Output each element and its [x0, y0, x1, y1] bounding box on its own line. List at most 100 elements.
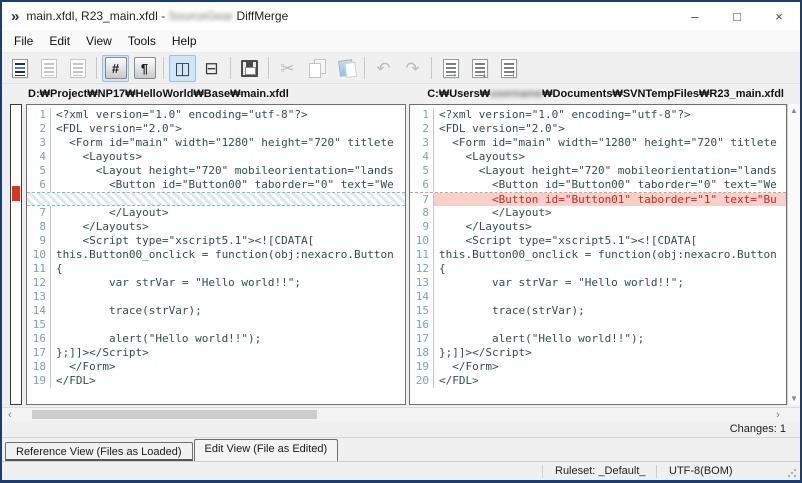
- code-text: </Layouts>: [434, 220, 786, 234]
- line-number: 16: [410, 318, 434, 332]
- scroll-left-icon[interactable]: ‹: [2, 409, 18, 421]
- changed-code-line: 7 <Button id="Button01" taborder="1" tex…: [410, 192, 786, 206]
- code-text: </FDL>: [434, 374, 786, 388]
- undo-button[interactable]: ↶: [370, 55, 397, 82]
- prev-change-button[interactable]: ↑: [495, 55, 522, 82]
- code-text: <Layout height="720" mobileorientation="…: [51, 164, 405, 178]
- scroll-down-icon[interactable]: ▼: [790, 392, 798, 405]
- menu-file[interactable]: File: [6, 31, 41, 51]
- window-controls: – □ ×: [674, 2, 800, 30]
- folder-diff-icon: [41, 59, 57, 78]
- line-number: 19: [410, 360, 434, 374]
- code-line: 19 </Form>: [410, 360, 786, 374]
- code-line: 14 trace(strVar);: [27, 304, 405, 318]
- code-line: 13: [27, 290, 405, 304]
- diff-pane-right[interactable]: 1<?xml version="1.0" encoding="utf-8"?>2…: [409, 104, 787, 405]
- code-text: <Form id="main" width="1280" height="720…: [434, 136, 786, 150]
- vertical-scrollbar[interactable]: ▲ ▼: [787, 104, 800, 405]
- code-line: 20</FDL>: [410, 374, 786, 388]
- split-vertical-icon: ◫: [174, 60, 190, 77]
- code-line: 14: [410, 290, 786, 304]
- file-merge-button[interactable]: [64, 55, 91, 82]
- code-line: 8 </Layouts>: [27, 220, 405, 234]
- line-number: 1: [410, 108, 434, 122]
- folder-diff-button[interactable]: [35, 55, 62, 82]
- resize-grip-icon[interactable]: [787, 468, 797, 478]
- scroll-right-icon[interactable]: ›: [770, 409, 786, 421]
- ruleset-status: Ruleset: _Default_: [543, 465, 656, 477]
- scrollbar-thumb[interactable]: [32, 410, 317, 419]
- left-file-path: D:₩Project₩NP17₩HelloWorld₩Base₩main.xfd…: [2, 88, 402, 100]
- right-file-path: C:₩Users₩username₩Documents₩SVNTempFiles…: [402, 88, 800, 100]
- code-line: 10 <Script type="xscript5.1"><![CDATA[: [410, 234, 786, 248]
- line-number: 2: [27, 122, 51, 136]
- tab-reference-view[interactable]: Reference View (Files as Loaded): [5, 442, 193, 461]
- code-line: 12{: [410, 262, 786, 276]
- close-button[interactable]: ×: [758, 2, 800, 30]
- show-invisibles-button[interactable]: ¶: [131, 55, 158, 82]
- copy-icon: [308, 59, 326, 77]
- scroll-up-icon[interactable]: ▲: [790, 104, 798, 117]
- show-invisibles-icon: ¶: [134, 57, 156, 79]
- code-text: </Form>: [51, 360, 405, 374]
- line-number: 15: [27, 318, 51, 332]
- line-number: 12: [27, 276, 51, 290]
- code-text: </Form>: [434, 360, 786, 374]
- code-text: <FDL version="2.0">: [434, 122, 786, 136]
- split-horizontal-icon: ⊟: [204, 60, 218, 77]
- code-text: </FDL>: [51, 374, 405, 388]
- view-tab-bar: Reference View (Files as Loaded)Edit Vie…: [2, 438, 800, 461]
- file-diff-button[interactable]: [6, 55, 33, 82]
- horizontal-scrollbar[interactable]: ‹ ›: [2, 407, 800, 421]
- line-number: 1: [27, 108, 51, 122]
- apply-change-button[interactable]: →: [437, 55, 464, 82]
- copy-button[interactable]: [303, 55, 330, 82]
- code-text: trace(strVar);: [434, 304, 786, 318]
- paste-button[interactable]: [332, 55, 359, 82]
- code-line: 12 var strVar = "Hello world!!";: [27, 276, 405, 290]
- line-number: 9: [27, 234, 51, 248]
- change-overview-ruler[interactable]: [10, 104, 22, 405]
- prev-change-arrow-icon: ↑: [511, 67, 517, 79]
- line-number: 17: [27, 346, 51, 360]
- redo-button[interactable]: ↷: [399, 55, 426, 82]
- tab-edit-view[interactable]: Edit View (File as Edited): [194, 439, 339, 461]
- toolbar-separator: [268, 57, 269, 79]
- menu-view[interactable]: View: [78, 31, 120, 51]
- next-change-button[interactable]: ↓: [466, 55, 493, 82]
- split-vertical-button[interactable]: ◫: [169, 55, 196, 82]
- title-bar: » main.xfdl, R23_main.xfdl - SourceGear …: [2, 2, 800, 30]
- code-text: {: [51, 262, 405, 276]
- code-line: 4 <Layouts>: [27, 150, 405, 164]
- line-number: 8: [27, 220, 51, 234]
- code-line: 16: [410, 318, 786, 332]
- file-path-row: D:₩Project₩NP17₩HelloWorld₩Base₩main.xfd…: [2, 84, 800, 103]
- diff-pane-left[interactable]: 1<?xml version="1.0" encoding="utf-8"?>2…: [26, 104, 406, 405]
- redacted-username: username: [490, 88, 542, 100]
- toolbar-separator: [364, 57, 365, 79]
- line-numbers-button[interactable]: #: [102, 55, 129, 82]
- code-line: 7 </Layout>: [27, 206, 405, 220]
- apply-change-icon: →: [443, 59, 459, 78]
- split-horizontal-button[interactable]: ⊟: [198, 55, 225, 82]
- line-number: 15: [410, 304, 434, 318]
- next-change-icon: ↓: [472, 59, 488, 78]
- code-line: 13 var strVar = "Hello world!!";: [410, 276, 786, 290]
- code-text: <Button id="Button00" taborder="0" text=…: [434, 178, 786, 192]
- code-line: 18};]]></Script>: [410, 346, 786, 360]
- menu-tools[interactable]: Tools: [120, 31, 164, 51]
- diff-main-area: 1<?xml version="1.0" encoding="utf-8"?>2…: [2, 103, 800, 407]
- menu-edit[interactable]: Edit: [41, 31, 78, 51]
- code-text: <Script type="xscript5.1"><![CDATA[: [434, 234, 786, 248]
- code-text: <Layout height="720" mobileorientation="…: [434, 164, 786, 178]
- cut-button[interactable]: ✂: [274, 55, 301, 82]
- menu-help[interactable]: Help: [164, 31, 205, 51]
- minimize-button[interactable]: –: [674, 2, 716, 30]
- code-text: [51, 318, 405, 332]
- save-button[interactable]: [236, 55, 263, 82]
- maximize-button[interactable]: □: [716, 2, 758, 30]
- code-text: <?xml version="1.0" encoding="utf-8"?>: [51, 108, 405, 122]
- line-number: 7: [410, 193, 434, 206]
- line-number: 4: [410, 150, 434, 164]
- line-number: 3: [410, 136, 434, 150]
